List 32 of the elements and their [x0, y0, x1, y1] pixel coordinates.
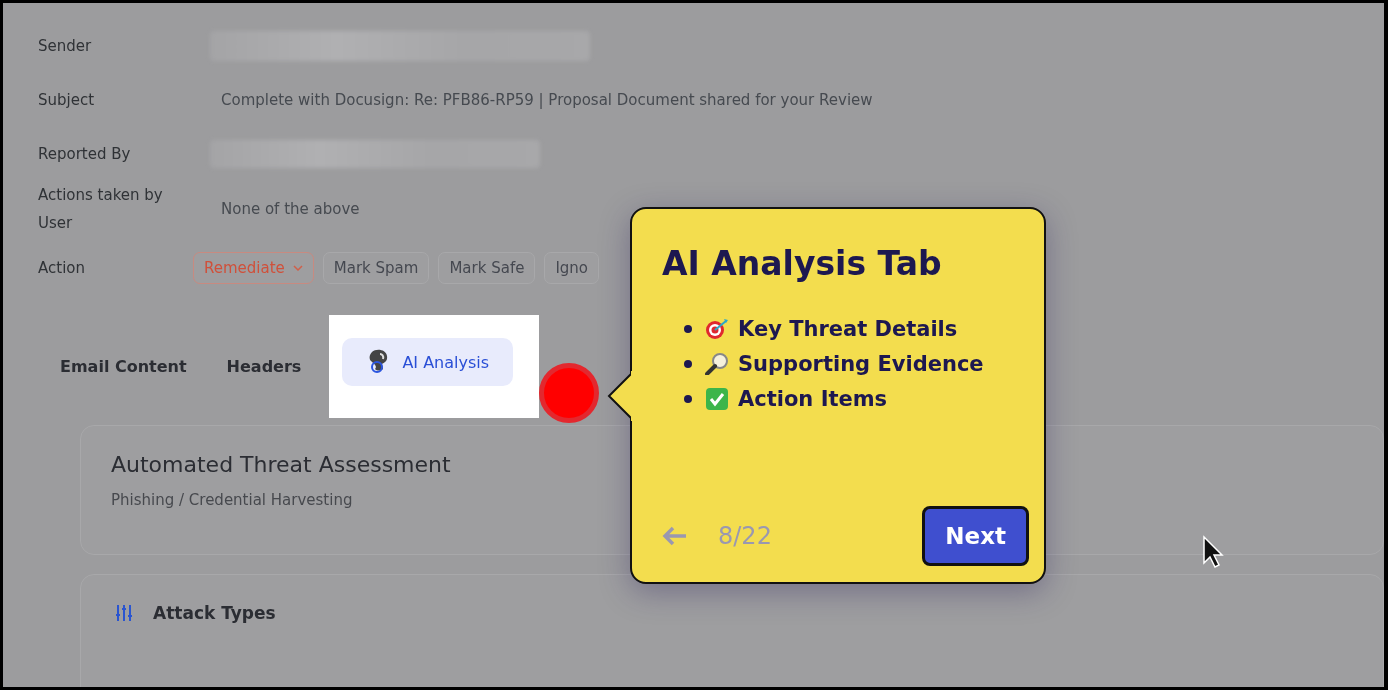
card-title: Automated Threat Assessment — [111, 452, 452, 477]
action-button[interactable]: Mark Safe — [438, 252, 536, 284]
popover-title: AI Analysis Tab — [662, 244, 943, 283]
checkmark-icon — [705, 388, 729, 410]
magnifier-icon — [705, 353, 729, 375]
next-button[interactable]: Next — [922, 506, 1029, 566]
hotspot-dot — [539, 363, 599, 423]
field-label: Sender — [38, 36, 93, 57]
field-label: Subject — [38, 90, 96, 111]
action-button[interactable]: Mark Spam — [322, 252, 430, 284]
caret-icon — [292, 265, 303, 271]
dart-target-icon — [705, 318, 729, 340]
field-value: None of the above — [221, 200, 360, 218]
field-value: Complete with Docusign: Re: PFB86-RP59 | Proposal Document shared for your Review — [221, 91, 873, 109]
feature-item: Supporting Evidence — [738, 352, 984, 376]
step-counter: 8/22 — [718, 522, 772, 550]
tab[interactable]: AI Analysis — [342, 338, 514, 386]
bullet-icon — [684, 395, 692, 403]
bullet-icon — [684, 360, 692, 368]
feature-item: Action Items — [738, 387, 888, 411]
mouse-cursor-icon — [1202, 535, 1224, 569]
field-label: Action — [38, 258, 86, 279]
bullet-icon — [684, 325, 692, 333]
feature-item: Key Threat Details — [738, 317, 958, 341]
action-button[interactable]: Igno — [544, 252, 600, 284]
sliders-icon — [115, 604, 133, 622]
section-title: Attack Types — [153, 603, 276, 623]
field-label: Reported By — [38, 144, 132, 165]
tab[interactable]: Headers — [206, 345, 322, 388]
field-label: Actions taken by User — [38, 185, 164, 234]
card-subtitle: Phishing / Credential Harvesting — [111, 491, 354, 509]
tab[interactable]: Email Content — [38, 345, 207, 388]
